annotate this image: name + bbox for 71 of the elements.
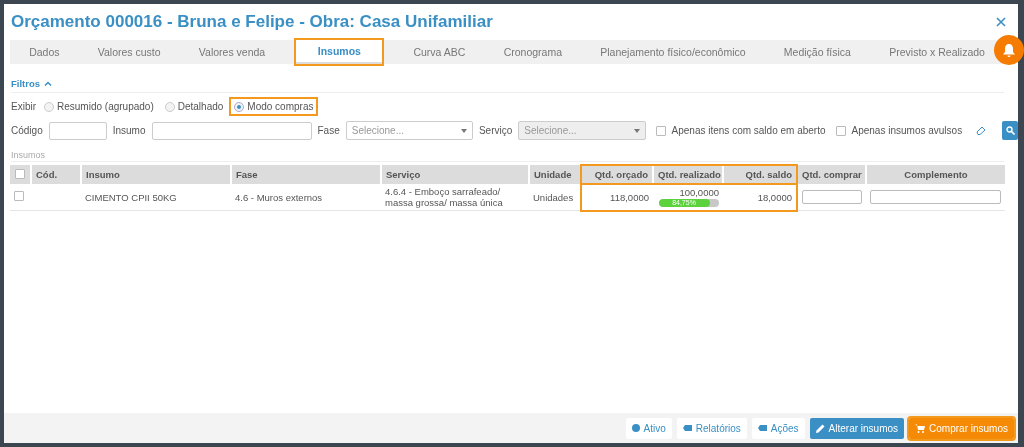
table-cell: 18,0000 [723, 184, 797, 211]
tab[interactable]: Previsto x Realizado [870, 40, 1005, 64]
tag-icon [682, 425, 692, 431]
input-field[interactable] [151, 121, 312, 140]
section-label: Insumos [11, 150, 1004, 162]
tab[interactable]: Dados [10, 40, 79, 64]
field-label: Fase [317, 125, 340, 136]
table-cell: Unidades [529, 184, 581, 211]
column-header: Qtd. realizado [653, 165, 723, 184]
checkbox[interactable] [655, 125, 666, 136]
action-button[interactable]: Relatórios [676, 417, 747, 439]
tab[interactable]: Valores custo [78, 40, 180, 64]
checkbox-option[interactable]: Apenas insumos avulsos [835, 125, 963, 136]
radio-button[interactable] [234, 101, 245, 112]
pencil-icon [815, 423, 825, 433]
checkbox[interactable] [835, 125, 846, 136]
window-title: Orçamento 000016 - Bruna e Felipe - Obra: Casa Unifamiliar [11, 12, 493, 32]
tab[interactable]: Valores venda [179, 40, 285, 64]
checkbox-option[interactable]: Apenas itens com saldo em aberto [655, 125, 826, 136]
tab[interactable]: Curva ABC [394, 40, 485, 64]
field-label: Serviço [478, 125, 513, 136]
dropdown-caret-icon [460, 128, 467, 133]
tag-icon [757, 425, 767, 431]
tab[interactable]: Medição física [764, 40, 871, 64]
notification-button[interactable] [994, 35, 1024, 65]
label: Exibir [11, 101, 36, 112]
radio-option[interactable]: Detalhado [161, 99, 227, 114]
field-label: Insumo [112, 125, 146, 136]
tab[interactable]: Insumos [296, 40, 383, 64]
action-button[interactable]: Ativo [625, 417, 672, 439]
radio-button[interactable] [164, 101, 175, 112]
select-field[interactable]: Selecione... [345, 121, 473, 140]
bell-icon [1002, 42, 1016, 58]
radio-button[interactable] [44, 101, 54, 112]
column-header: Serviço [381, 165, 529, 184]
search-button[interactable] [1002, 121, 1018, 140]
column-header: Fase [231, 165, 381, 184]
close-icon [996, 17, 1006, 27]
input-field[interactable] [870, 190, 1001, 204]
table-cell: 4.6 - Muros externos [231, 184, 381, 211]
field-label: Código [11, 125, 43, 136]
column-header: Qtd. orçado [581, 165, 653, 184]
table-cell: CIMENTO CPII 50KG [81, 184, 231, 211]
table-cell: 100,0000 [679, 187, 719, 199]
radio-option[interactable]: Modo compras [231, 99, 317, 114]
input-field[interactable] [802, 190, 862, 204]
table-cell: 4.6.4 - Emboço sarrafeado/ massa grossa/ massa única [381, 184, 529, 211]
clear-filters-button[interactable] [976, 126, 987, 135]
search-icon [1005, 126, 1015, 135]
column-header: Insumo [81, 165, 231, 184]
cart-icon [915, 423, 926, 433]
tab[interactable]: Planejamento físico/econômico [581, 40, 765, 64]
action-button[interactable]: Ações [751, 417, 805, 439]
column-header: Qtd. comprar [797, 165, 866, 184]
filters-toggle[interactable]: Filtros [11, 78, 41, 89]
column-header: Cód. [31, 165, 81, 184]
action-button[interactable]: Comprar insumos [909, 417, 1014, 439]
input-field[interactable] [48, 121, 107, 140]
tab[interactable]: Cronograma [484, 40, 582, 64]
column-header: Unidade [529, 165, 581, 184]
table-cell: 118,0000 [581, 184, 653, 211]
eraser-icon [976, 126, 987, 135]
column-header: Qtd. saldo [723, 165, 797, 184]
dropdown-caret-icon [633, 128, 640, 133]
close-button[interactable] [994, 15, 1008, 29]
select-all-checkbox[interactable] [15, 168, 25, 179]
row-checkbox[interactable] [14, 191, 24, 201]
action-button[interactable]: Alterar insumos [809, 417, 905, 439]
column-header: Complemento [866, 165, 1005, 184]
status-dot-icon [631, 424, 640, 432]
radio-option[interactable]: Resumido (agrupado) [41, 99, 157, 114]
